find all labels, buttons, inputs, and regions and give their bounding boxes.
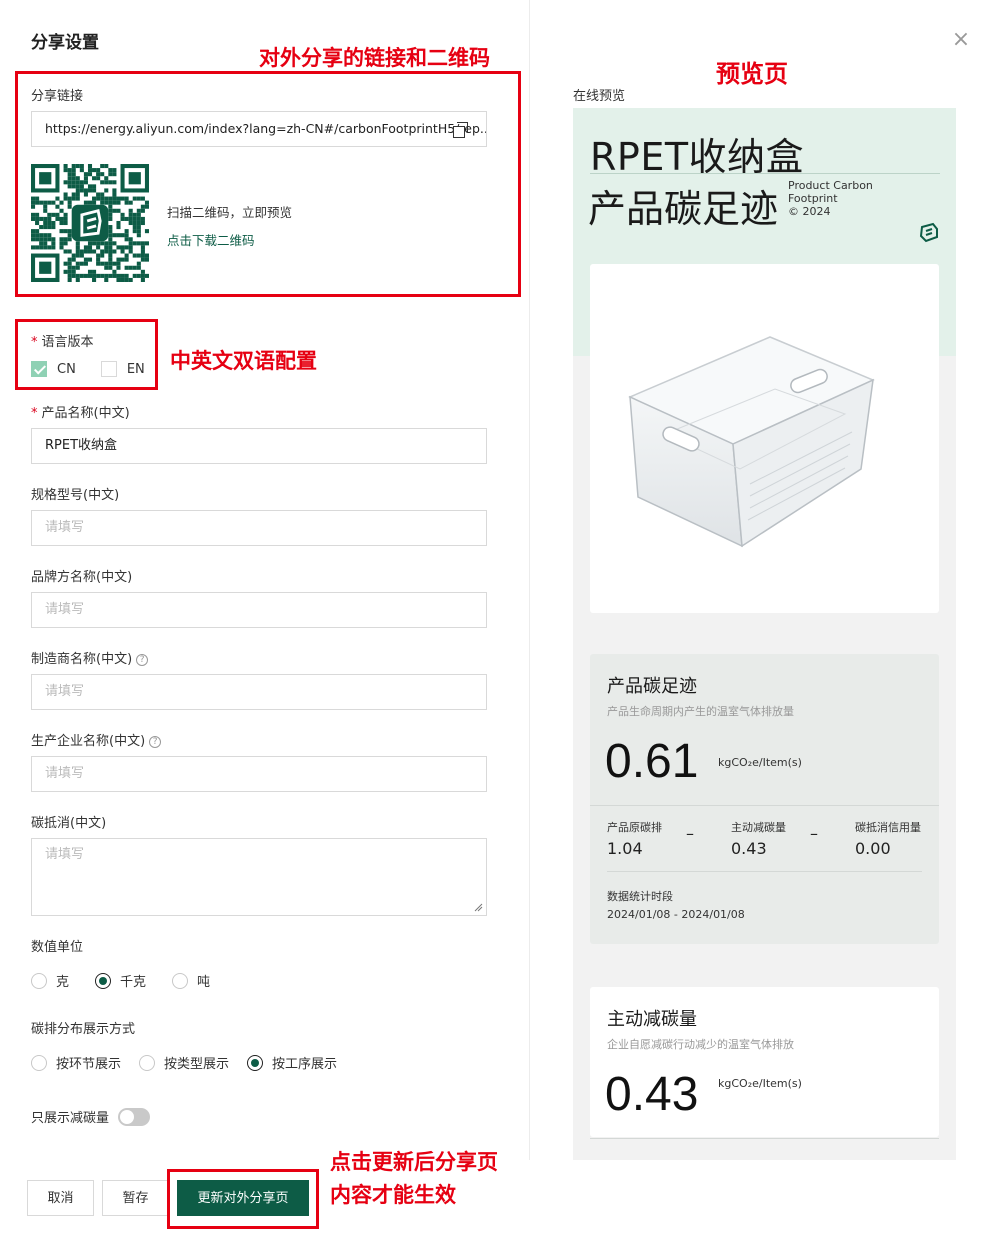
share-link-label: 分享链接 [31,89,84,104]
footprint-unit: kgCO₂e/Item(s) [718,756,802,769]
help-icon[interactable]: ? [136,653,149,666]
distribution-option-type[interactable]: 按类型展示 [139,1053,229,1072]
metric-label-offset: 碳抵消信用量 [855,821,921,834]
period-label: 数据统计时段 [607,890,673,903]
download-qr-link[interactable]: 点击下载二维码 [167,230,255,249]
distribution-radio-group: 按环节展示 按类型展示 按工序展示 [31,1053,355,1072]
reduction-unit: kgCO₂e/Item(s) [718,1077,802,1090]
language-options: CN EN [31,361,145,377]
cn-label: CN [57,361,76,377]
offset-placeholder: 请填写 [45,847,85,862]
footprint-card-desc: 产品生命周期内产生的温室气体排放量 [607,705,794,718]
unit-option-t[interactable]: 吨 [172,971,210,990]
offset-label: 碳抵消(中文) [31,816,107,831]
reduction-card-title: 主动减碳量 [607,1009,697,1030]
unit-label: 数值单位 [31,940,84,955]
panel-divider [529,0,530,1160]
brand-label: 品牌方名称(中文) [31,570,133,585]
producer-label: 生产企业名称(中文)? [31,730,162,749]
product-image-card [590,264,939,613]
footprint-card: 产品碳足迹 产品生命周期内产生的温室气体排放量 0.61 kgCO₂e/Item… [590,654,939,944]
metric-label-original: 产品原碳排 [607,821,662,834]
share-link-field[interactable]: https://energy.aliyun.com/index?lang=zh-… [31,111,487,147]
en-checkbox[interactable] [100,361,117,377]
update-share-button[interactable]: 更新对外分享页 [177,1180,309,1216]
annotation-box-language [15,319,158,390]
page-title: 分享设置 [31,33,99,53]
only-reduction-label: 只展示减碳量 [31,1111,110,1126]
only-reduction-toggle[interactable] [118,1107,151,1126]
share-link-value: https://energy.aliyun.com/index?lang=zh-… [45,121,487,136]
product-name-input[interactable]: RPET收纳盒 [31,428,487,464]
help-icon[interactable]: ? [149,735,162,748]
annotation-share-link: 对外分享的链接和二维码 [259,46,490,70]
metric-value-reduction: 0.43 [731,839,767,858]
unit-option-g[interactable]: 克 [31,971,69,990]
metric-value-original: 1.04 [607,839,643,858]
preview-subtitle: Product Carbon Footprint © 2024 [788,179,873,218]
minus-icon: – [686,824,694,843]
copy-icon[interactable] [453,122,469,138]
producer-input[interactable]: 请填写 [31,756,487,792]
resize-handle-icon[interactable] [474,903,483,912]
qr-code-image[interactable] [31,164,149,282]
brand-logo-icon [919,222,938,243]
minus-icon: – [810,824,818,843]
manufacturer-input[interactable]: 请填写 [31,674,487,710]
preview-footprint-title: 产品碳足迹 [588,187,779,231]
save-draft-button[interactable]: 暂存 [102,1180,169,1216]
spec-label: 规格型号(中文) [31,488,120,503]
spec-input[interactable]: 请填写 [31,510,487,546]
scan-qr-text: 扫描二维码，立即预览 [167,205,293,220]
cancel-button[interactable]: 取消 [27,1180,94,1216]
unit-radio-group: 克 千克 吨 [31,971,228,990]
distribution-option-process[interactable]: 按工序展示 [247,1053,337,1072]
preview-panel[interactable]: RPET收纳盒 产品碳足迹 Product Carbon Footprint ©… [573,108,956,1160]
storage-box-image [628,336,875,548]
reduction-bottom-separator [590,1138,939,1139]
preview-label: 在线预览 [573,89,626,104]
reduction-value: 0.43 [605,1068,699,1121]
footprint-card-title: 产品碳足迹 [607,676,697,697]
brand-input[interactable]: 请填写 [31,592,487,628]
unit-option-kg[interactable]: 千克 [95,971,146,990]
period-separator [607,871,922,872]
footprint-separator [590,805,939,806]
only-reduction-row: 只展示减碳量 [31,1107,151,1126]
cn-checkbox[interactable] [31,361,47,377]
distribution-option-stage[interactable]: 按环节展示 [31,1053,121,1072]
metric-value-offset: 0.00 [855,839,891,858]
annotation-bilingual: 中英文双语配置 [170,349,317,373]
en-label: EN [126,361,145,377]
manufacturer-label: 制造商名称(中文)? [31,648,149,667]
preview-title-rule [590,173,940,174]
close-icon[interactable]: × [951,29,971,51]
reduction-card: 主动减碳量 企业自愿减碳行动减少的温室气体排放 0.43 kgCO₂e/Item… [590,987,939,1137]
language-label: * 语言版本 [31,335,94,350]
annotation-preview: 预览页 [716,60,788,88]
distribution-label: 碳排分布展示方式 [31,1022,136,1037]
reduction-card-desc: 企业自愿减碳行动减少的温室气体排放 [607,1038,794,1051]
offset-textarea[interactable]: 请填写 [31,838,487,916]
footprint-value: 0.61 [605,735,699,788]
product-name-label: * 产品名称(中文) [31,406,130,421]
annotation-update-note: 点击更新后分享页 内容才能生效 [330,1150,498,1207]
metric-label-reduction: 主动减碳量 [731,821,786,834]
period-value: 2024/01/08 - 2024/01/08 [607,908,745,921]
